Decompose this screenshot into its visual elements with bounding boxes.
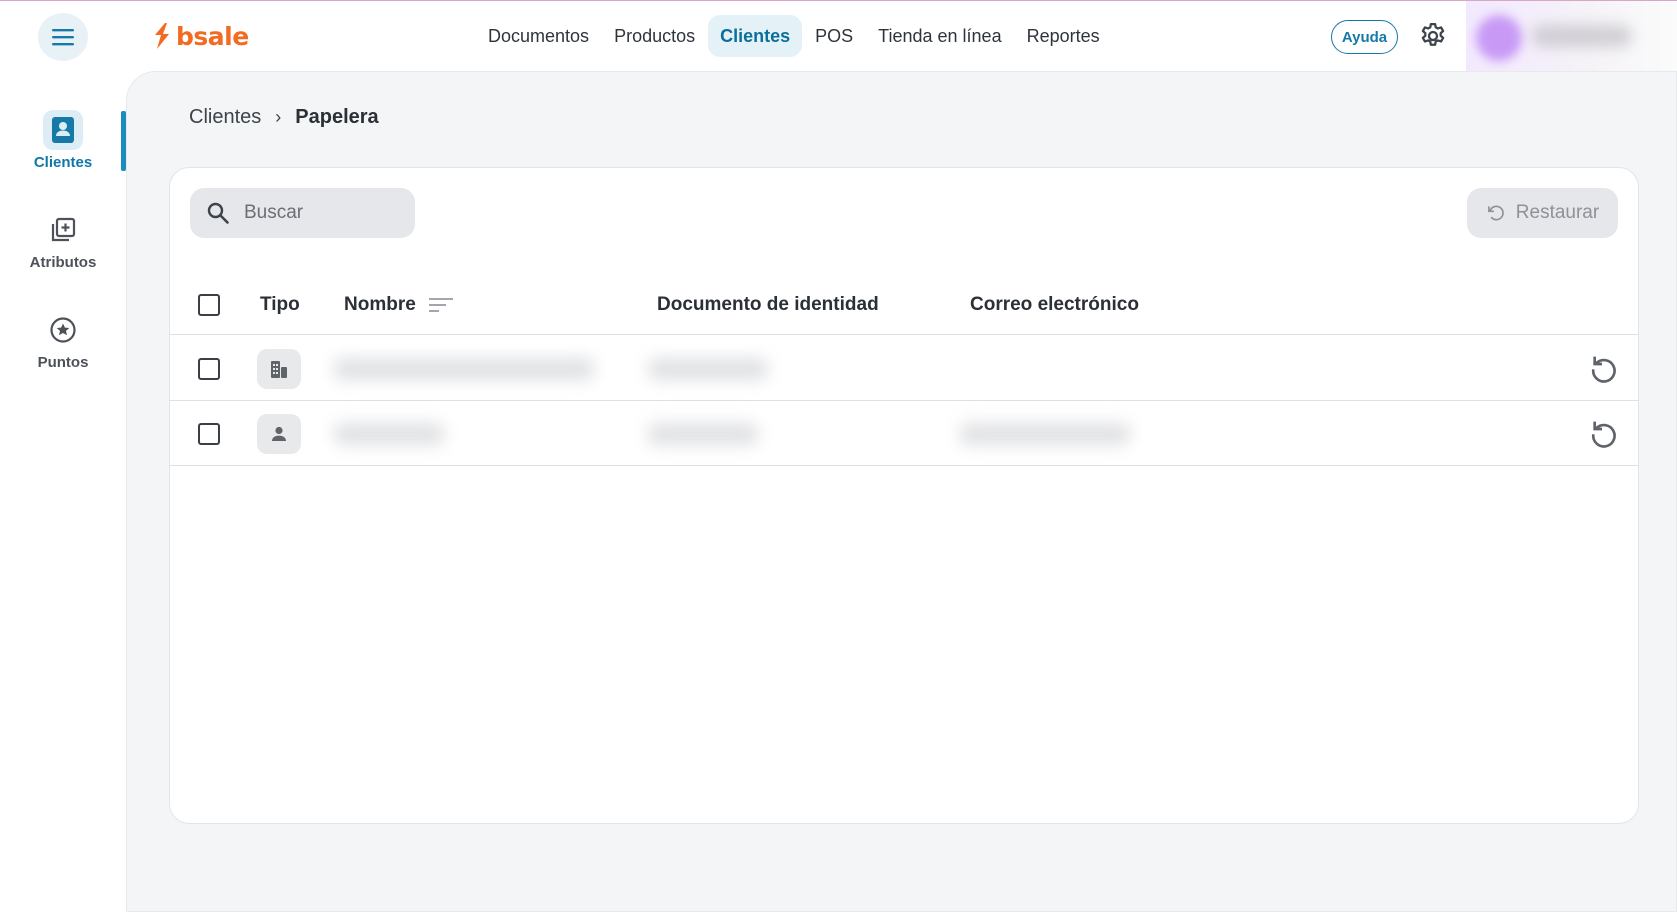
- sidebar-icon-wrap: [43, 310, 83, 350]
- help-button[interactable]: Ayuda: [1331, 20, 1398, 54]
- hamburger-menu-button[interactable]: [38, 13, 88, 61]
- bsale-logo[interactable]: bsale: [152, 19, 249, 53]
- column-header-nombre-label: Nombre: [344, 293, 416, 315]
- star-circle-icon: [50, 317, 76, 343]
- nav-clientes[interactable]: Clientes: [708, 15, 803, 57]
- row-select-cell: [198, 401, 220, 466]
- redacted-name: [334, 357, 594, 380]
- redacted-document: [648, 422, 758, 445]
- row-name-cell: [334, 336, 594, 401]
- sidebar-item-atributos[interactable]: Atributos: [0, 210, 126, 290]
- type-badge: [257, 413, 301, 454]
- sidebar-item-label: Clientes: [33, 154, 93, 171]
- row-checkbox[interactable]: [198, 422, 220, 445]
- nav-tienda-en-linea[interactable]: Tienda en línea: [866, 15, 1013, 57]
- breadcrumb-clientes-link[interactable]: Clientes: [189, 106, 261, 129]
- redacted-name: [334, 422, 444, 445]
- hamburger-icon: [52, 29, 74, 46]
- redacted-email: [960, 422, 1130, 445]
- user-name-redacted: [1532, 25, 1632, 47]
- person-icon: [272, 426, 286, 441]
- bsale-bolt-icon: [155, 23, 169, 49]
- restore-row-icon[interactable]: [1588, 352, 1620, 384]
- sidebar-icon-wrap: [43, 110, 83, 150]
- search-box[interactable]: [190, 188, 415, 238]
- column-header-correo: Correo electrónico: [970, 293, 1139, 315]
- row-type-cell: [257, 401, 301, 466]
- search-icon: [207, 202, 229, 224]
- avatar: [1476, 15, 1522, 61]
- type-badge: [257, 348, 301, 389]
- table-row[interactable]: [170, 401, 1638, 466]
- main-panel: Clientes › Papelera Restaurar Tipo No: [126, 71, 1677, 912]
- page-title: Papelera: [295, 106, 379, 128]
- restore-row-icon[interactable]: [1588, 417, 1620, 449]
- nav-pos[interactable]: POS: [803, 15, 865, 57]
- main-nav: Documentos Productos Clientes POS Tienda…: [476, 15, 1113, 57]
- row-type-cell: [257, 336, 301, 401]
- top-header: bsale Documentos Productos Clientes POS …: [0, 1, 1677, 73]
- row-select-cell: [198, 336, 220, 401]
- row-document-cell: [648, 401, 758, 466]
- sidebar-icon-wrap: [43, 210, 83, 250]
- restore-button-label: Restaurar: [1515, 202, 1600, 223]
- breadcrumb-separator: ›: [275, 107, 282, 127]
- restore-icon: [1487, 205, 1504, 221]
- sidebar-item-label: Puntos: [37, 354, 89, 371]
- breadcrumb: Clientes › Papelera: [189, 106, 379, 129]
- nav-productos[interactable]: Productos: [602, 15, 707, 57]
- sidebar-item-clientes[interactable]: Clientes: [0, 110, 126, 190]
- logo-text: bsale: [176, 21, 249, 51]
- table-header: Tipo Nombre Documento de identidad Corre…: [170, 274, 1638, 335]
- company-icon: [271, 360, 287, 378]
- sidebar-item-label: Atributos: [29, 254, 97, 271]
- nav-documentos[interactable]: Documentos: [476, 15, 601, 57]
- search-input[interactable]: [244, 202, 404, 224]
- row-checkbox[interactable]: [198, 357, 220, 380]
- table-row[interactable]: [170, 336, 1638, 401]
- sort-icon[interactable]: [428, 295, 454, 315]
- trash-table-card: Restaurar Tipo Nombre Documento de ident…: [169, 167, 1639, 824]
- restore-button: Restaurar: [1467, 188, 1618, 238]
- contact-card-icon: [52, 117, 74, 143]
- redacted-document: [648, 357, 768, 380]
- gear-icon[interactable]: [1418, 21, 1448, 51]
- column-header-documento: Documento de identidad: [657, 293, 879, 315]
- sidebar: Clientes Atributos Puntos: [0, 72, 126, 912]
- row-name-cell: [334, 401, 444, 466]
- user-menu[interactable]: [1466, 1, 1677, 73]
- column-header-nombre[interactable]: Nombre: [344, 274, 454, 335]
- row-document-cell: [648, 336, 768, 401]
- add-library-icon: [51, 217, 76, 242]
- sidebar-item-puntos[interactable]: Puntos: [0, 310, 126, 390]
- row-email-cell: [960, 401, 1130, 466]
- select-all-checkbox[interactable]: [198, 293, 220, 316]
- column-header-tipo: Tipo: [260, 293, 300, 315]
- nav-reportes[interactable]: Reportes: [1015, 15, 1112, 57]
- select-all-cell: [198, 274, 220, 335]
